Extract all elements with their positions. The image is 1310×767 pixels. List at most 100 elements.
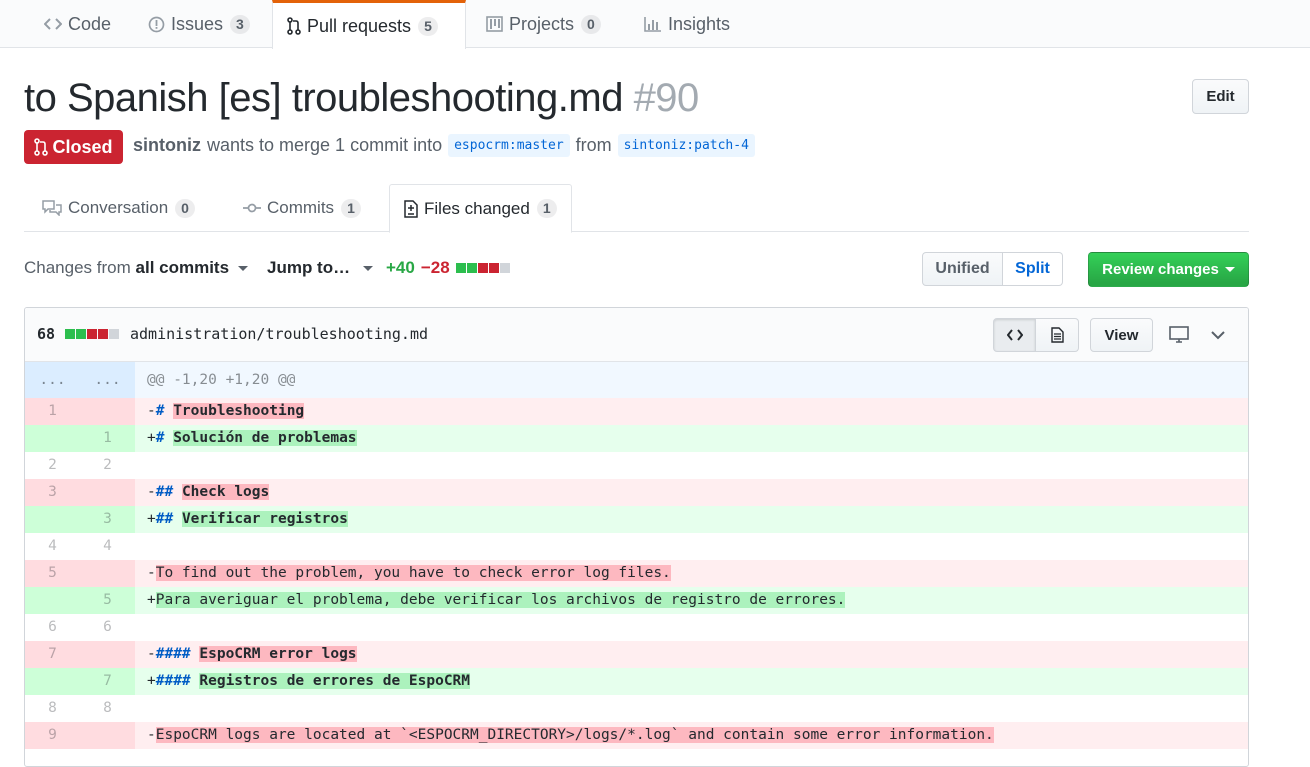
new-line-number[interactable]: 6 — [80, 614, 135, 641]
diff-sign: + — [147, 592, 156, 608]
source-view-button[interactable] — [993, 318, 1036, 352]
old-line-number[interactable]: 8 — [25, 695, 80, 722]
diffstat-block — [477, 263, 488, 273]
added-line: 7 +#### Registros de errores de EspoCRM — [25, 668, 1248, 695]
tab-commits[interactable]: Commits 1 — [229, 184, 375, 232]
new-line-number[interactable]: 1 — [80, 425, 135, 452]
repo-tab-label: Projects — [509, 13, 575, 34]
chevron-down-icon[interactable] — [1211, 327, 1225, 345]
repo-tab-issues[interactable]: Issues 3 — [134, 0, 264, 48]
markdown-heading-marker: #### — [155, 673, 191, 689]
tab-conversation[interactable]: Conversation 0 — [28, 184, 209, 232]
hunk-header: @@ -1,20 +1,20 @@ — [135, 362, 1248, 398]
deleted-line: 1 -# Troubleshooting — [25, 398, 1248, 425]
old-line-number[interactable] — [25, 668, 80, 695]
code-text: Check logs — [181, 484, 270, 500]
new-line-number[interactable] — [80, 722, 135, 749]
author-link[interactable]: sintoniz — [133, 135, 201, 156]
split-button[interactable]: Split — [1003, 252, 1063, 286]
pr-title-text: to Spanish [es] troubleshooting.md — [24, 76, 623, 120]
old-line-number[interactable]: 9 — [25, 722, 80, 749]
base-branch[interactable]: espocrm:master — [448, 134, 570, 157]
new-line-number[interactable]: 7 — [80, 668, 135, 695]
old-line-number[interactable]: 3 — [25, 479, 80, 506]
code-icon — [1006, 329, 1023, 341]
file-diff-icon — [404, 199, 418, 218]
tab-label: Commits — [267, 198, 335, 217]
file-changes-count: 68 — [37, 325, 56, 343]
old-line-number[interactable]: 7 — [25, 641, 80, 668]
old-line-number[interactable] — [25, 506, 80, 533]
additions-count: +40 — [386, 258, 415, 277]
diffstat-block — [109, 329, 120, 339]
old-line-number[interactable] — [25, 425, 80, 452]
old-line-number[interactable]: 6 — [25, 614, 80, 641]
added-line: 5 +Para averiguar el problema, debe verif… — [25, 587, 1248, 614]
view-file-button[interactable]: View — [1090, 318, 1153, 352]
new-line-number[interactable] — [80, 398, 135, 425]
jump-to-dropdown[interactable]: Jump to… — [267, 258, 373, 278]
new-line-number[interactable] — [80, 479, 135, 506]
code-text: Troubleshooting — [173, 403, 305, 419]
all-commits-label: all commits — [135, 258, 230, 277]
diff-sign: - — [147, 727, 156, 743]
deleted-line: 3 -## Check logs — [25, 479, 1248, 506]
diff-sign: - — [147, 484, 156, 500]
markdown-heading-marker: ## — [155, 511, 174, 527]
new-line-number[interactable]: 5 — [80, 587, 135, 614]
new-line-number[interactable]: 4 — [80, 533, 135, 560]
merge-meta-text: wants to merge 1 commit into — [207, 135, 443, 155]
old-line-number[interactable] — [25, 587, 80, 614]
new-line-number[interactable]: 8 — [80, 695, 135, 722]
rich-diff-button[interactable] — [1036, 318, 1079, 352]
hunk-expand-old[interactable]: ... — [25, 362, 80, 398]
project-icon — [486, 16, 503, 32]
file-viewer-toggle — [993, 318, 1079, 352]
code-text: Para averiguar el problema, debe verific… — [155, 592, 846, 608]
diff-view-toggle: Unified Split — [922, 252, 1063, 286]
markdown-heading-marker: #### — [155, 646, 191, 662]
old-line-number[interactable]: 2 — [25, 452, 80, 479]
chevron-down-icon — [237, 266, 248, 272]
repo-tab-projects[interactable]: Projects 0 — [472, 0, 615, 48]
deletions-count: −28 — [420, 258, 450, 277]
new-line-number[interactable]: 2 — [80, 452, 135, 479]
old-line-number[interactable]: 5 — [25, 560, 80, 587]
context-line: 22 — [25, 452, 1248, 479]
repo-tab-pull-requests[interactable]: Pull requests 5 — [272, 0, 466, 49]
code-text: EspoCRM logs are located at `<ESPOCRM_DI… — [155, 727, 994, 743]
unified-button[interactable]: Unified — [922, 252, 1003, 286]
repo-tab-code[interactable]: Code — [30, 0, 125, 48]
edit-title-button[interactable]: Edit — [1192, 79, 1249, 114]
code-text: Verificar registros — [181, 511, 348, 527]
new-line-number[interactable] — [80, 560, 135, 587]
status-badge: Closed — [24, 130, 123, 164]
diff-lines: 1 -# Troubleshooting 1 +# Solución de probl… — [25, 398, 1248, 749]
old-line-number[interactable]: 1 — [25, 398, 80, 425]
code-line: +#### Registros de errores de EspoCRM — [135, 668, 1248, 695]
tab-files-changed[interactable]: Files changed 1 — [389, 184, 572, 233]
head-branch[interactable]: sintoniz:patch-4 — [617, 134, 755, 157]
diff-sign: - — [147, 403, 156, 419]
new-line-number[interactable]: 3 — [80, 506, 135, 533]
git-pull-request-icon — [34, 138, 49, 156]
context-line: 66 — [25, 614, 1248, 641]
hunk-expand-new[interactable]: ... — [80, 362, 135, 398]
file-diffstat-blocks — [65, 329, 120, 339]
file-path[interactable]: administration/troubleshooting.md — [130, 325, 428, 343]
desktop-open-icon[interactable] — [1169, 326, 1189, 348]
changes-from-dropdown[interactable]: Changes from all commits — [24, 258, 248, 278]
repo-tab-insights[interactable]: Insights — [630, 0, 744, 48]
code-text: EspoCRM error logs — [199, 646, 357, 662]
old-line-number[interactable]: 4 — [25, 533, 80, 560]
code-line — [135, 452, 1248, 479]
markdown-heading-marker: # — [155, 403, 165, 419]
tab-label: Conversation — [68, 198, 169, 217]
comment-discussion-icon — [42, 200, 62, 216]
code-line: -# Troubleshooting — [135, 398, 1248, 425]
deleted-line: 7 -#### EspoCRM error logs — [25, 641, 1248, 668]
new-line-number[interactable] — [80, 641, 135, 668]
code-line: -#### EspoCRM error logs — [135, 641, 1248, 668]
review-changes-button[interactable]: Review changes — [1088, 252, 1249, 287]
merge-meta: sintoniz wants to merge 1 commit into es… — [133, 134, 761, 157]
